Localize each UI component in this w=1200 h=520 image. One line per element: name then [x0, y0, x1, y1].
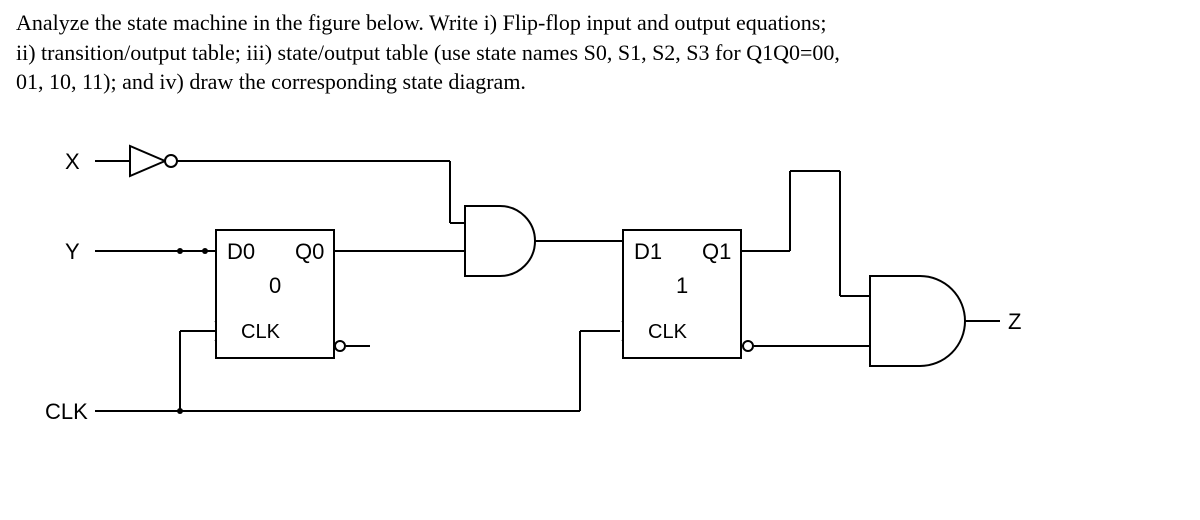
ff1-clk-label: CLK	[648, 321, 687, 344]
question-line3: 01, 10, 11); and iv) draw the correspond…	[16, 69, 526, 94]
and-gate-2-icon	[870, 276, 965, 366]
ff1-q-label: Q1	[702, 239, 731, 265]
and-gate-1-icon	[465, 206, 535, 276]
ff0-index-label: 0	[269, 273, 281, 299]
flipflop-0: D0 Q0 0 CLK	[215, 229, 335, 359]
input-x-label: X	[65, 149, 80, 175]
question-line1: Analyze the state machine in the figure …	[16, 10, 826, 35]
ff0-qbar-bubble-icon	[334, 340, 346, 352]
question-text: Analyze the state machine in the figure …	[0, 0, 1200, 101]
ff0-clk-label: CLK	[241, 321, 280, 344]
input-clk-label: CLK	[45, 399, 88, 425]
not-gate-icon	[95, 146, 177, 176]
ff0-q-label: Q0	[295, 239, 324, 265]
ff1-index-label: 1	[676, 273, 688, 299]
flipflop-1: D1 Q1 1 CLK	[622, 229, 742, 359]
output-z-label: Z	[1008, 309, 1021, 335]
ff1-d-label: D1	[634, 239, 662, 265]
input-y-label: Y	[65, 239, 80, 265]
question-line2: ii) transition/output table; iii) state/…	[16, 40, 840, 65]
circuit-diagram: X Y CLK Z D0 Q0 0 CLK D1 Q1 1 CLK	[0, 111, 1200, 511]
ff0-d-label: D0	[227, 239, 255, 265]
ff1-qbar-bubble-icon	[742, 340, 754, 352]
